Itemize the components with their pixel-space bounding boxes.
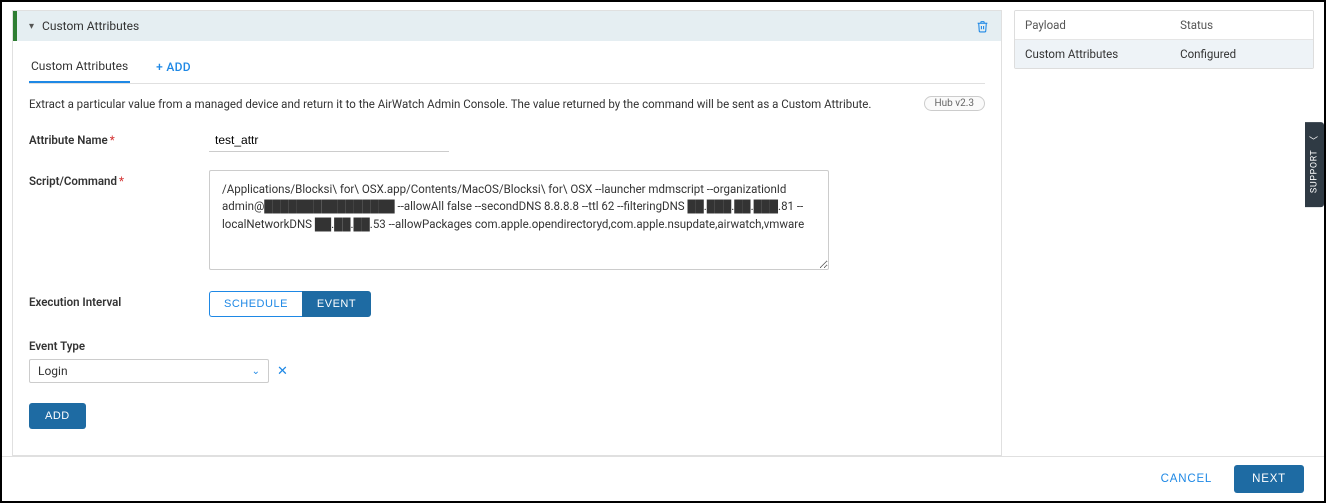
next-button[interactable]: NEXT [1234, 465, 1304, 493]
header-payload: Payload [1015, 11, 1170, 39]
attribute-name-label: Attribute Name* [29, 129, 209, 147]
event-type-label: Event Type [29, 339, 985, 353]
schedule-toggle-button[interactable]: SCHEDULE [209, 291, 302, 317]
cell-status: Configured [1170, 40, 1313, 68]
execution-interval-toggle: SCHEDULE EVENT [209, 291, 371, 317]
tab-custom-attributes[interactable]: Custom Attributes [29, 51, 130, 83]
footer-bar: CANCEL NEXT [2, 456, 1324, 501]
cancel-button[interactable]: CANCEL [1149, 465, 1224, 493]
header-status: Status [1170, 11, 1313, 39]
cell-payload: Custom Attributes [1015, 40, 1170, 68]
event-toggle-button[interactable]: EVENT [302, 291, 371, 317]
tab-add[interactable]: + ADD [154, 52, 193, 82]
clear-icon[interactable]: ✕ [277, 364, 288, 379]
section-title: Custom Attributes [42, 19, 139, 33]
script-command-textarea[interactable] [209, 170, 829, 270]
main-panel: ▾ Custom Attributes Custom Attributes + … [12, 10, 1002, 456]
chevron-down-icon: ▾ [29, 21, 34, 32]
script-command-label: Script/Command* [29, 170, 209, 188]
hub-version-badge: Hub v2.3 [924, 96, 985, 111]
support-label: SUPPORT [1310, 150, 1320, 194]
add-button[interactable]: ADD [29, 403, 86, 429]
table-header-row: Payload Status [1015, 11, 1313, 40]
attribute-name-input[interactable] [209, 129, 449, 152]
execution-interval-label: Execution Interval [29, 291, 209, 309]
chevron-down-icon: ⌄ [252, 366, 260, 377]
chevron-up-icon: ︿ [1308, 136, 1321, 146]
side-panel: Payload Status Custom Attributes Configu… [1014, 10, 1314, 456]
section-header[interactable]: ▾ Custom Attributes [13, 11, 1001, 41]
table-row[interactable]: Custom Attributes Configured [1015, 40, 1313, 68]
event-type-select[interactable]: Login ⌄ [29, 359, 269, 383]
payload-status-table: Payload Status Custom Attributes Configu… [1014, 10, 1314, 69]
description-text: Extract a particular value from a manage… [29, 97, 871, 111]
support-tab[interactable]: SUPPORT ︿ [1305, 122, 1324, 207]
trash-icon[interactable] [976, 20, 989, 33]
tab-row: Custom Attributes + ADD [29, 51, 985, 84]
event-type-value: Login [38, 364, 68, 378]
